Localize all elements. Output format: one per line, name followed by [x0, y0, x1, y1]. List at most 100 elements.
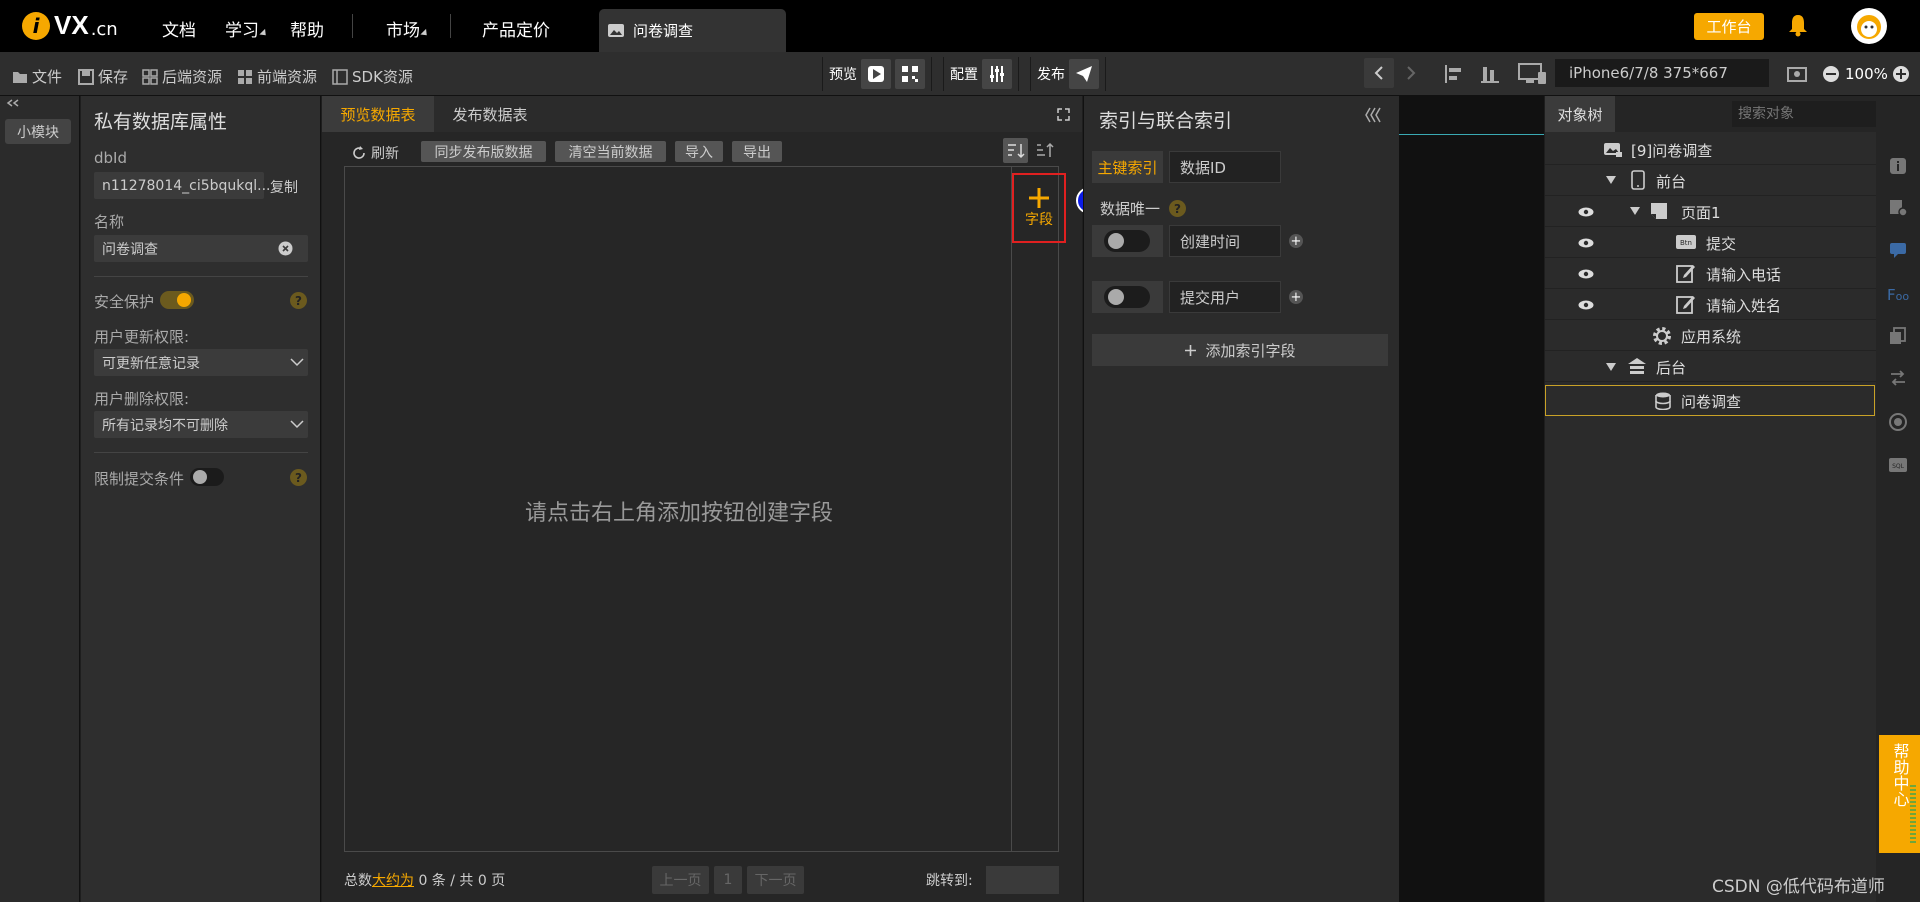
fullscreen-icon[interactable] [1057, 108, 1070, 121]
small-module-button[interactable]: 小模块 [5, 119, 71, 144]
swap-icon[interactable] [1888, 368, 1908, 388]
add-field-button[interactable]: 字段 [1012, 173, 1066, 243]
nav-docs[interactable]: 文档 [162, 16, 196, 41]
copy-button[interactable]: 复制 [270, 177, 298, 197]
delete-perm-select[interactable]: 所有记录均不可删除 [94, 411, 308, 438]
sdk-resources[interactable]: SDK资源 [332, 66, 413, 87]
caret-down-icon[interactable] [1606, 362, 1616, 372]
caret-down-icon[interactable] [1606, 175, 1616, 185]
zoom-in-icon[interactable] [1892, 65, 1910, 83]
back-button[interactable] [1364, 58, 1394, 88]
update-perm-select[interactable]: 可更新任意记录 [94, 349, 308, 376]
tree-item-page1[interactable]: 页面1 [1545, 196, 1876, 227]
forward-button[interactable] [1396, 58, 1426, 88]
function-icon[interactable]: Foo [1887, 286, 1909, 304]
collapse-icon[interactable] [1364, 107, 1382, 123]
publish-button[interactable] [1069, 59, 1099, 89]
qrcode-icon [902, 66, 918, 82]
dbid-field[interactable]: n11278014_ci5bqukql... [94, 172, 271, 199]
settings-icon[interactable] [1888, 198, 1908, 218]
config-button[interactable] [982, 59, 1012, 89]
bell-icon[interactable] [1787, 13, 1809, 37]
add-index-plus-icon[interactable]: + [1289, 234, 1303, 248]
info-icon[interactable] [1888, 156, 1908, 176]
sort-desc-button[interactable] [1003, 138, 1028, 163]
eye-icon[interactable] [1578, 207, 1594, 217]
index-field-2[interactable]: 提交用户 [1169, 281, 1281, 313]
qrcode-button[interactable] [895, 59, 925, 89]
preview-play-button[interactable] [861, 59, 891, 89]
page-number[interactable]: 1 [714, 866, 742, 894]
tab-survey[interactable]: 问卷调查 [599, 9, 786, 52]
index-field-1[interactable]: 创建时间 [1169, 225, 1281, 257]
name-field[interactable]: 问卷调查 [94, 235, 308, 262]
clear-input-icon[interactable] [278, 241, 293, 256]
refresh-button[interactable]: 刷新 [352, 143, 399, 163]
tab-preview-table[interactable]: 预览数据表 [322, 96, 434, 132]
add-index-field-button[interactable]: 添加索引字段 [1092, 334, 1388, 366]
export-button[interactable]: 导出 [732, 141, 782, 162]
index-unique-toggle[interactable] [1104, 286, 1150, 308]
align-bar-icon[interactable] [1480, 64, 1500, 84]
divider [94, 276, 308, 277]
tree-item-app-system[interactable]: 应用系统 [1545, 320, 1876, 351]
clear-data-button[interactable]: 清空当前数据 [555, 141, 666, 162]
primary-field[interactable]: 数据ID [1169, 151, 1281, 183]
help-icon[interactable]: ? [290, 469, 307, 486]
tree-item-submit[interactable]: Btn 提交 [1545, 227, 1876, 258]
screenshot-icon[interactable] [1786, 64, 1808, 84]
design-canvas[interactable] [1399, 96, 1544, 902]
device-icon[interactable] [1518, 63, 1548, 85]
tab-object-tree[interactable]: 对象树 [1545, 96, 1615, 132]
file-menu[interactable]: 文件 [12, 66, 62, 87]
index-unique-toggle[interactable] [1104, 230, 1150, 252]
tree-item-database[interactable]: 问卷调查 [1545, 385, 1875, 416]
tree-search-input[interactable] [1732, 101, 1887, 127]
nav-pricing[interactable]: 产品定价 [482, 16, 550, 41]
tree-item-backend[interactable]: 后台 [1545, 351, 1876, 382]
logo[interactable]: i VX .cn [22, 10, 118, 41]
save-button[interactable]: 保存 [78, 66, 128, 87]
help-icon[interactable]: ? [1169, 200, 1186, 217]
import-button[interactable]: 导入 [675, 141, 723, 162]
copy-icon[interactable] [1888, 326, 1908, 346]
device-select[interactable]: iPhone6/7/8 375*667 [1555, 59, 1769, 87]
svg-text:SQL: SQL [1892, 463, 1905, 470]
prev-page-button[interactable]: 上一页 [652, 866, 709, 894]
zoom-out-icon[interactable] [1822, 65, 1840, 83]
gear-icon [1653, 327, 1671, 345]
add-index-plus-icon[interactable]: + [1289, 290, 1303, 304]
limit-toggle[interactable] [190, 468, 224, 486]
tab-publish-table[interactable]: 发布数据表 [434, 96, 546, 132]
tree-item-frontend[interactable]: 前台 [1545, 165, 1876, 196]
backend-resources[interactable]: 后端资源 [142, 66, 222, 87]
align-left-icon[interactable] [1444, 64, 1464, 84]
next-page-button[interactable]: 下一页 [747, 866, 804, 894]
logo-i-icon: i [22, 11, 50, 40]
nav-learn[interactable]: 学习 [225, 16, 269, 41]
security-toggle[interactable] [160, 291, 194, 309]
tree-item-name-input[interactable]: 请输入姓名 [1545, 289, 1876, 320]
plus-icon [1185, 344, 1197, 356]
workbench-button[interactable]: 工作台 [1694, 13, 1764, 40]
avatar[interactable] [1851, 8, 1887, 44]
tree-item-app[interactable]: [9]问卷调查 [1545, 134, 1876, 165]
nav-help[interactable]: 帮助 [290, 16, 324, 41]
sql-icon[interactable]: SQL [1888, 455, 1908, 475]
chat-icon[interactable] [1888, 240, 1908, 260]
tree-item-phone-input[interactable]: 请输入电话 [1545, 258, 1876, 289]
sort-asc-button[interactable] [1032, 138, 1057, 163]
sync-published-button[interactable]: 同步发布版数据 [421, 141, 546, 162]
jump-input[interactable] [986, 866, 1059, 894]
eye-icon[interactable] [1578, 300, 1594, 310]
eye-icon[interactable] [1578, 238, 1594, 248]
frontend-resources[interactable]: 前端资源 [237, 66, 317, 87]
target-icon[interactable] [1888, 412, 1908, 432]
collapse-left-icon[interactable] [6, 99, 20, 107]
total-count: 总数大约为 0 条 / 共 0 页 [344, 873, 506, 889]
eye-icon[interactable] [1578, 269, 1594, 279]
server-icon [1628, 358, 1646, 374]
caret-down-icon[interactable] [1630, 206, 1640, 216]
nav-market[interactable]: 市场 [386, 16, 430, 41]
help-icon[interactable]: ? [290, 292, 307, 309]
